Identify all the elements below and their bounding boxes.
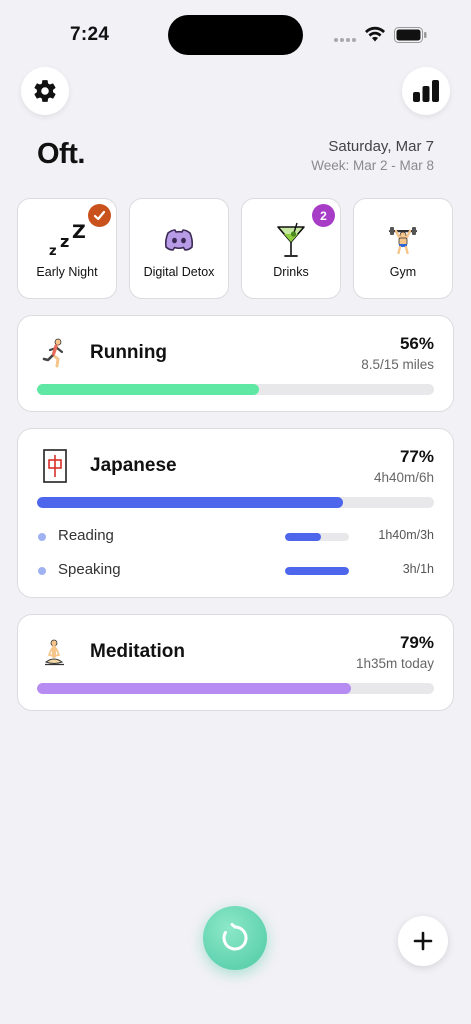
subgoal-row-reading[interactable]: Reading 1h40m/3h [37, 527, 434, 547]
weightlifter-icon [388, 221, 418, 259]
timer-icon [222, 923, 248, 951]
goal-progress-track [37, 384, 434, 395]
svg-text:Z: Z [72, 222, 86, 243]
add-button[interactable] [398, 916, 448, 966]
goal-detail: 8.5/15 miles [361, 357, 434, 372]
goal-detail: 1h35m today [355, 656, 434, 671]
runner-icon [40, 336, 70, 370]
timer-button[interactable] [203, 906, 267, 970]
plus-icon [413, 931, 433, 951]
goal-title: Japanese [90, 455, 177, 476]
cellular-signal-icon [334, 38, 356, 42]
subgoal-value: 3h/1h [402, 562, 434, 576]
goal-detail: 4h40m/6h [373, 470, 434, 485]
goal-percent: 79% [399, 633, 434, 652]
habit-tile-digital-detox[interactable]: Digital Detox [129, 198, 229, 299]
goal-progress-fill [37, 384, 260, 395]
subgoal-progress-track [285, 533, 349, 541]
subgoal-label: Speaking [58, 561, 121, 578]
goal-title: Meditation [90, 641, 185, 662]
habit-tile-early-night[interactable]: z z Z Early Night [17, 198, 117, 299]
subgoal-progress-fill [285, 533, 321, 541]
status-time: 7:24 [70, 24, 110, 45]
subgoal-progress-track [285, 567, 349, 575]
dynamic-island [168, 15, 303, 55]
japanese-character-icon [40, 449, 70, 483]
subgoal-bullet [38, 567, 46, 575]
goal-progress-track [37, 683, 434, 694]
habit-label: Gym [389, 265, 417, 279]
habit-tile-drinks[interactable]: Drinks 2 [241, 198, 341, 299]
subgoal-progress-fill [285, 567, 349, 575]
habit-label: Drinks [273, 265, 309, 279]
goal-card-meditation[interactable]: Meditation 79% 1h35m today [17, 614, 454, 711]
svg-text:z: z [49, 244, 57, 258]
goal-percent: 56% [399, 334, 434, 353]
habit-label: Early Night [36, 265, 98, 279]
subgoal-value: 1h40m/3h [378, 528, 434, 542]
statistics-button[interactable] [402, 67, 450, 115]
svg-text:z: z [60, 232, 69, 251]
settings-button[interactable] [21, 67, 69, 115]
bar-chart-icon [413, 80, 439, 102]
goal-card-japanese[interactable]: Japanese 77% 4h40m/6h Reading 1h40m/3h S… [17, 428, 454, 598]
goal-title: Running [90, 342, 168, 363]
gear-icon [34, 80, 56, 102]
battery-icon [394, 27, 427, 43]
status-bar: 7:24 [0, 0, 471, 60]
current-date: Saturday, Mar 7 [328, 138, 434, 155]
discord-icon [164, 221, 194, 259]
week-range: Week: Mar 2 - Mar 8 [311, 158, 434, 173]
sleep-icon: z z Z [47, 221, 87, 259]
goal-card-running[interactable]: Running 56% 8.5/15 miles [17, 315, 454, 412]
completed-check-icon [88, 204, 111, 227]
meditation-icon [40, 635, 70, 669]
goal-percent: 77% [399, 447, 434, 466]
subgoal-label: Reading [58, 527, 114, 544]
cocktail-icon [275, 221, 307, 259]
app-title: Oft. [37, 138, 85, 170]
subgoal-bullet [38, 533, 46, 541]
goal-progress-track [37, 497, 434, 508]
habit-tile-gym[interactable]: Gym [353, 198, 453, 299]
goal-progress-fill [37, 497, 343, 508]
drinks-count-badge: 2 [312, 204, 335, 227]
habit-label: Digital Detox [143, 265, 215, 279]
wifi-icon [365, 26, 385, 42]
subgoal-row-speaking[interactable]: Speaking 3h/1h [37, 561, 434, 581]
date-block: Saturday, Mar 7 Week: Mar 2 - Mar 8 [311, 138, 434, 173]
goal-progress-fill [37, 683, 351, 694]
habit-tiles: z z Z Early Night Digital Detox Drinks 2… [17, 198, 454, 299]
